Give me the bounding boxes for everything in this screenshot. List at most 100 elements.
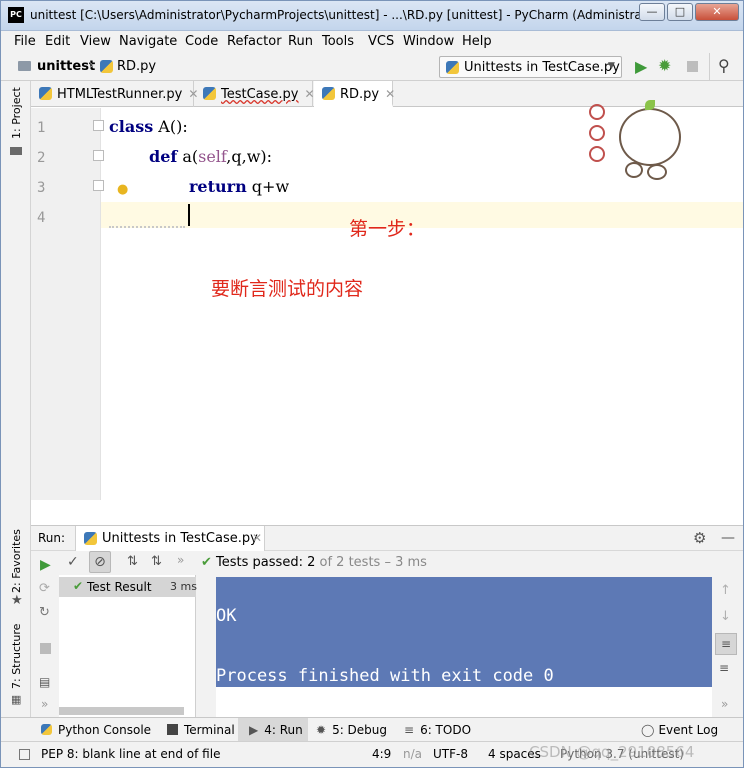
todo-tool[interactable]: ≡ 6: TODO bbox=[404, 723, 471, 737]
tests-status: ✔ Tests passed: 2 of 2 tests – 3 ms bbox=[201, 555, 427, 570]
show-passed-icon[interactable]: ✓ bbox=[67, 554, 79, 570]
debug-tool[interactable]: ✹ 5: Debug bbox=[316, 723, 387, 737]
maximize-button[interactable]: □ bbox=[667, 3, 693, 21]
cartoon-sticker-image bbox=[587, 100, 707, 190]
tool-windows-toggle-icon[interactable] bbox=[19, 749, 30, 760]
star-icon: ★ bbox=[11, 593, 23, 608]
more-icon[interactable]: » bbox=[41, 697, 48, 711]
run-icon[interactable]: ▶ bbox=[635, 57, 647, 76]
debug-bug-icon: ✹ bbox=[316, 723, 327, 737]
bottom-tool-bar: Python Console Terminal ▶ 4: Run ✹ 5: Debu… bbox=[1, 717, 743, 741]
fold-marker-icon[interactable] bbox=[93, 120, 104, 131]
lightbulb-icon[interactable]: ● bbox=[117, 182, 128, 197]
soft-wrap-icon[interactable]: ≡ bbox=[715, 633, 737, 655]
tab-label: HTMLTestRunner.py bbox=[57, 87, 183, 102]
caret-position[interactable]: 4:9 bbox=[372, 747, 391, 761]
stop-icon[interactable] bbox=[687, 61, 698, 72]
scroll-to-end-icon[interactable]: ≡ bbox=[719, 661, 729, 675]
code-editor[interactable]: 1 2 3 4 ● class A(): def a(self,q,w): re… bbox=[31, 100, 743, 500]
python-console-tool[interactable]: Python Console bbox=[41, 723, 151, 737]
tab-testcase[interactable]: TestCase.py ✕ bbox=[195, 81, 315, 107]
terminal-icon bbox=[167, 724, 178, 735]
menu-tools[interactable]: Tools bbox=[322, 34, 354, 49]
breadcrumb-project[interactable]: unittest bbox=[37, 59, 95, 74]
keyword-return: return bbox=[189, 177, 247, 196]
tab-htmltestrunner[interactable]: HTMLTestRunner.py ✕ bbox=[31, 81, 198, 107]
project-tool-window-button[interactable]: 1: Project bbox=[10, 87, 23, 139]
event-log-tool[interactable]: ◯ Event Log bbox=[641, 723, 718, 737]
file-encoding[interactable]: UTF-8 bbox=[433, 747, 468, 761]
test-result-row[interactable]: ✔ Test Result 3 ms bbox=[59, 577, 197, 597]
toggle-autotest-icon[interactable]: ↻ bbox=[39, 605, 50, 620]
fold-end-icon[interactable] bbox=[93, 180, 104, 191]
menu-code[interactable]: Code bbox=[185, 34, 218, 49]
minimize-panel-icon[interactable]: — bbox=[721, 530, 735, 546]
menu-help[interactable]: Help bbox=[462, 34, 492, 49]
show-ignored-icon[interactable]: ⊘ bbox=[89, 551, 111, 573]
menu-file[interactable]: File bbox=[14, 34, 36, 49]
sticker-small-creature bbox=[647, 164, 667, 180]
event-log-icon: ◯ bbox=[641, 723, 655, 737]
run-tool[interactable]: ▶ 4: Run bbox=[249, 723, 303, 737]
minimize-button[interactable]: — bbox=[639, 3, 665, 21]
console-output[interactable]: OK Process finished with exit code 0 bbox=[216, 577, 712, 687]
menu-view[interactable]: View bbox=[80, 34, 111, 49]
tool-label: Terminal bbox=[184, 723, 235, 737]
status-bar: PEP 8: blank line at end of file 4:9 n/a… bbox=[1, 741, 743, 767]
breadcrumb-separator-icon: › bbox=[89, 58, 95, 73]
layout-icon[interactable]: ▤ bbox=[39, 675, 50, 689]
sticker-leaf bbox=[645, 100, 655, 110]
horizontal-scrollbar[interactable] bbox=[59, 707, 184, 715]
line-number: 1 bbox=[37, 120, 46, 136]
favorites-tool-window-button[interactable]: 2: Favorites bbox=[10, 529, 23, 593]
python-file-icon bbox=[203, 87, 216, 100]
fold-marker-icon[interactable] bbox=[93, 150, 104, 161]
menu-run[interactable]: Run bbox=[288, 34, 313, 49]
scroll-down-icon[interactable]: ↓ bbox=[720, 609, 731, 624]
watermark: CSDN @qq_29108564 bbox=[529, 743, 695, 761]
menu-window[interactable]: Window bbox=[403, 34, 454, 49]
code-text: a( bbox=[177, 147, 199, 166]
sort-duration-icon[interactable]: ⇅ bbox=[151, 554, 162, 569]
run-tab[interactable]: Unittests in TestCase.py ✕ bbox=[75, 526, 265, 552]
console-line: OK bbox=[216, 606, 237, 626]
more-icon[interactable]: » bbox=[721, 697, 728, 711]
menu-refactor[interactable]: Refactor bbox=[227, 34, 282, 49]
debug-bug-icon[interactable]: ✹ bbox=[658, 56, 671, 75]
console-blank-area bbox=[216, 687, 712, 717]
toolbar-divider bbox=[709, 53, 710, 81]
breadcrumb-file[interactable]: RD.py bbox=[117, 59, 156, 74]
rerun-failed-icon[interactable]: ⟳ bbox=[39, 581, 50, 596]
close-icon[interactable]: ✕ bbox=[385, 87, 395, 101]
tool-label: 6: TODO bbox=[420, 723, 472, 737]
close-icon[interactable]: ✕ bbox=[252, 531, 262, 545]
code-line-1: class A(): bbox=[109, 117, 188, 136]
tab-label: TestCase.py bbox=[221, 87, 299, 102]
menu-edit[interactable]: Edit bbox=[45, 34, 70, 49]
terminal-tool[interactable]: Terminal bbox=[167, 723, 235, 737]
gear-icon[interactable]: ⚙ bbox=[693, 529, 706, 547]
tab-label: RD.py bbox=[340, 87, 380, 102]
structure-icon: ▦ bbox=[11, 693, 22, 706]
more-icon[interactable]: » bbox=[177, 553, 184, 567]
structure-tool-window-button[interactable]: 7: Structure bbox=[10, 624, 23, 689]
tab-rd[interactable]: RD.py ✕ bbox=[314, 81, 395, 107]
sort-alpha-icon[interactable]: ⇅ bbox=[127, 554, 138, 569]
run-panel-label: Run: bbox=[38, 531, 66, 545]
line-separator[interactable]: n/a bbox=[403, 747, 422, 761]
search-icon[interactable]: ⚲ bbox=[718, 56, 730, 75]
run-tab-label: Unittests in TestCase.py bbox=[102, 531, 258, 546]
pep8-warning-underline bbox=[109, 226, 185, 228]
menu-vcs[interactable]: VCS bbox=[368, 34, 394, 49]
scroll-up-icon[interactable]: ↑ bbox=[720, 583, 731, 598]
menu-bar: File Edit View Navigate Code Refactor Ru… bbox=[1, 31, 743, 53]
run-configuration-select[interactable]: Unittests in TestCase.py ▼ bbox=[439, 56, 622, 78]
todo-icon: ≡ bbox=[404, 723, 415, 737]
stop-icon[interactable] bbox=[40, 643, 51, 654]
chevron-down-icon: ▼ bbox=[608, 61, 615, 71]
close-window-button[interactable]: ✕ bbox=[695, 3, 739, 21]
left-tool-strip: 1: Project 2: Favorites ★ 7: Structure ▦ bbox=[1, 81, 31, 717]
rerun-icon[interactable]: ▶ bbox=[40, 557, 51, 573]
menu-navigate[interactable]: Navigate bbox=[119, 34, 177, 49]
pycharm-window: PC unittest [C:\Users\Administrator\Pych… bbox=[0, 0, 744, 768]
